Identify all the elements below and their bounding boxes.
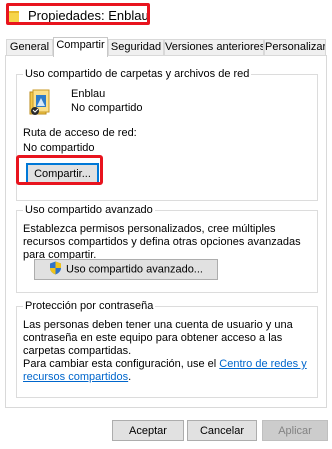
tab-seguridad[interactable]: Seguridad: [108, 39, 164, 56]
folder-status: No compartido: [71, 102, 143, 114]
tab-strip: General Compartir Seguridad Versiones an…: [0, 37, 332, 57]
tab-personalizar[interactable]: Personalizar: [264, 39, 326, 56]
tab-general[interactable]: General: [6, 39, 53, 56]
tab-versiones-anteriores[interactable]: Versiones anteriores: [164, 39, 264, 56]
share-button-highlight-annotation: [16, 155, 103, 185]
password-protection-description: Las personas deben tener una cuenta de u…: [23, 319, 293, 357]
change-prefix: Para cambiar esta configuración, use el: [23, 358, 217, 370]
advanced-sharing-button[interactable]: Uso compartido avanzado...: [34, 259, 218, 280]
shared-folder-icon: [29, 89, 53, 117]
network-path-label: Ruta de acceso de red:: [23, 127, 137, 139]
title-bar: Propiedades: Enblau: [0, 0, 332, 30]
network-sharing-title: Uso compartido de carpetas y archivos de…: [23, 68, 252, 81]
network-path-value: No compartido: [23, 142, 95, 154]
password-protection-title: Protección por contraseña: [23, 300, 156, 313]
change-suffix: .: [128, 371, 132, 383]
title-highlight-annotation: [6, 3, 150, 25]
advanced-sharing-description: Establezca permisos personalizados, cree…: [23, 223, 301, 261]
cancel-button[interactable]: Cancelar: [187, 420, 257, 441]
password-protection-change-text: Para cambiar esta configuración, use el …: [23, 358, 315, 384]
password-protection-group: Protección por contraseña Las personas d…: [16, 300, 318, 398]
advanced-sharing-group: Uso compartido avanzado Establezca permi…: [16, 204, 318, 293]
tab-compartir[interactable]: Compartir: [53, 37, 108, 57]
apply-button[interactable]: Aplicar: [262, 420, 328, 441]
ok-button[interactable]: Aceptar: [112, 420, 184, 441]
dialog-footer: Aceptar Cancelar Aplicar: [0, 408, 332, 449]
uac-shield-icon: [49, 261, 62, 278]
advanced-sharing-button-label: Uso compartido avanzado...: [66, 263, 203, 276]
sharing-panel: Uso compartido de carpetas y archivos de…: [5, 55, 327, 408]
folder-name: Enblau: [71, 88, 106, 100]
advanced-sharing-title: Uso compartido avanzado: [23, 204, 155, 217]
